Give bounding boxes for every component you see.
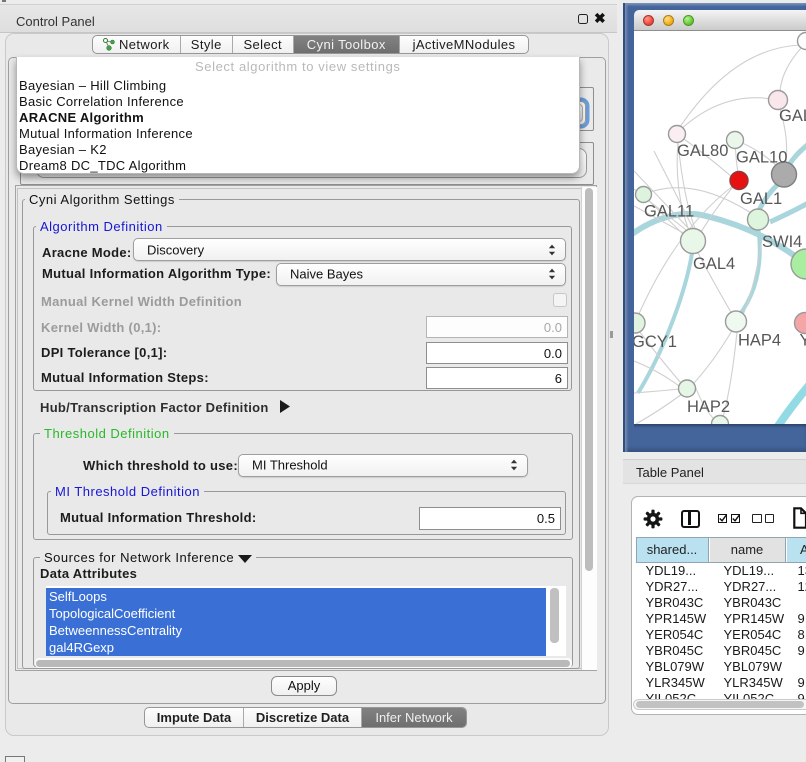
svg-text:GAL: GAL — [779, 107, 806, 125]
svg-text:SWI4: SWI4 — [762, 233, 802, 251]
svg-text:GAL1: GAL1 — [740, 190, 782, 208]
svg-text:GAL80: GAL80 — [677, 142, 728, 160]
svg-text:GAL11: GAL11 — [644, 203, 694, 221]
svg-text:Y: Y — [800, 332, 806, 350]
svg-text:HAP2: HAP2 — [687, 398, 730, 416]
svg-text:GAL10: GAL10 — [736, 149, 787, 167]
svg-text:GCY1: GCY1 — [634, 333, 677, 351]
svg-text:GAL4: GAL4 — [693, 255, 735, 273]
svg-text:HAP4: HAP4 — [738, 332, 781, 350]
